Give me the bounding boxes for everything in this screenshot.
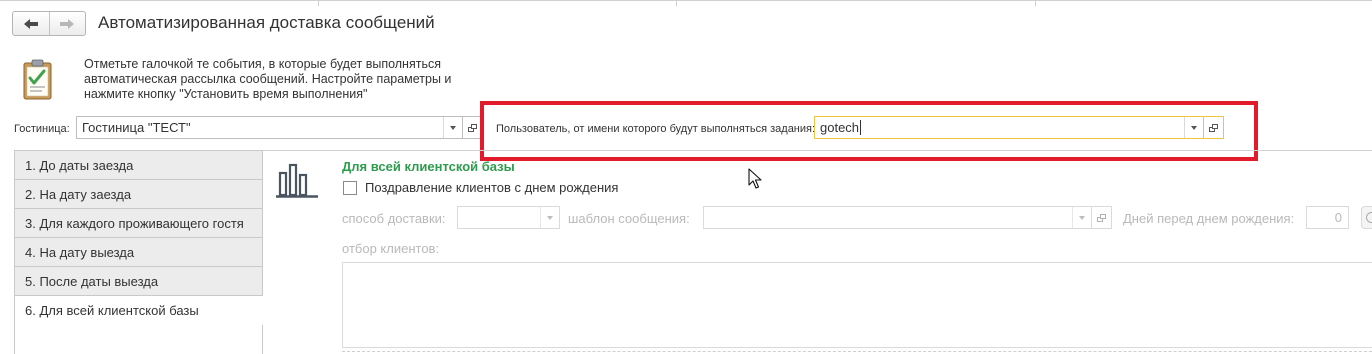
days-label: Дней перед днем рождения:	[1123, 211, 1295, 226]
arrow-left-icon	[23, 18, 38, 29]
clipboard-checklist-icon	[23, 59, 52, 100]
navigation-buttons	[12, 11, 86, 36]
tab-on-arrival[interactable]: 2. На дату заезда	[14, 179, 263, 208]
hotel-label: Гостиница:	[14, 123, 70, 135]
open-form-icon	[1097, 213, 1106, 222]
tab-each-guest[interactable]: 3. Для каждого проживающего гостя	[14, 208, 263, 237]
template-label: шаблон сообщения:	[568, 211, 690, 226]
page-title: Автоматизированная доставка сообщений	[98, 13, 435, 32]
hint-text: Отметьте галочкой те события, в которые …	[84, 57, 504, 102]
birthday-checkbox-row[interactable]: Поздравление клиентов с днем рождения	[343, 180, 618, 195]
bar-chart-icon	[276, 163, 318, 198]
filter-label: отбор клиентов:	[342, 241, 440, 256]
hint-line: нажмите кнопку "Установить время выполне…	[84, 87, 368, 101]
open-form-icon	[468, 123, 477, 132]
tab-panel-border	[14, 325, 263, 354]
content-divider	[262, 150, 1372, 151]
mouse-pointer-icon	[748, 168, 762, 189]
days-input[interactable]: 0	[1306, 206, 1349, 229]
forward-button[interactable]	[48, 12, 86, 35]
tab-after-departure[interactable]: 5. После даты выезда	[14, 266, 263, 295]
delivery-dropdown-button[interactable]	[540, 207, 559, 228]
hotel-dropdown-button[interactable]	[443, 117, 462, 138]
tab-all-clients[interactable]: 6. Для всей клиентской базы	[14, 295, 263, 325]
top-divider	[1035, 1, 1036, 6]
top-divider	[676, 1, 677, 6]
dashed-divider	[342, 351, 1372, 352]
delivery-select[interactable]	[457, 206, 560, 229]
tab-on-departure[interactable]: 4. На дату выезда	[14, 237, 263, 266]
template-open-button[interactable]	[1092, 206, 1112, 229]
chevron-down-icon	[547, 215, 553, 220]
days-value: 0	[1334, 210, 1342, 225]
template-select[interactable]	[703, 206, 1092, 229]
back-button[interactable]	[13, 12, 49, 35]
client-filter-area[interactable]	[342, 262, 1372, 348]
chevron-down-icon	[1079, 215, 1085, 220]
delivery-label: способ доставки:	[342, 211, 446, 226]
hint-line: автоматическая рассылка сообщений. Настр…	[84, 72, 452, 86]
days-adjust-button[interactable]	[1361, 206, 1372, 229]
chevron-down-icon	[450, 125, 456, 130]
tab-list: 1. До даты заезда 2. На дату заезда 3. Д…	[14, 150, 263, 354]
tab-before-arrival[interactable]: 1. До даты заезда	[14, 150, 263, 179]
highlight-annotation	[480, 101, 1258, 161]
hint-line: Отметьте галочкой те события, в которые …	[84, 57, 441, 71]
circle-icon	[1366, 212, 1372, 223]
top-divider	[318, 1, 319, 6]
section-title: Для всей клиентской базы	[342, 159, 515, 174]
template-dropdown-button[interactable]	[1072, 207, 1091, 228]
hotel-value: Гостиница "ТЕСТ"	[82, 120, 191, 135]
birthday-checkbox-label: Поздравление клиентов с днем рождения	[365, 180, 619, 195]
arrow-right-icon	[60, 18, 75, 29]
hotel-select[interactable]: Гостиница "ТЕСТ"	[76, 116, 463, 139]
birthday-checkbox[interactable]	[343, 180, 357, 195]
window-top-border	[0, 0, 1372, 6]
